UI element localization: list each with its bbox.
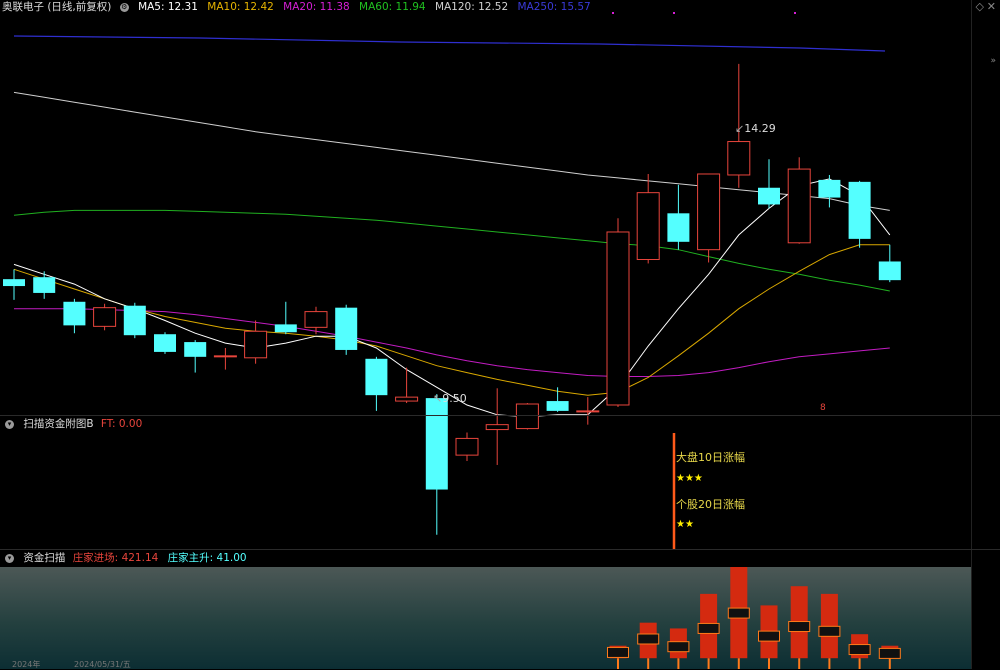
- ma250-line: [13, 35, 886, 52]
- fund-bar-marker: [878, 647, 901, 659]
- candle-up: [727, 141, 751, 176]
- candle-down: [546, 401, 569, 411]
- candle-up: [636, 192, 660, 261]
- ma120-label: MA120: 12.52: [434, 1, 509, 13]
- panel-settings-icon-2[interactable]: ▾: [5, 553, 14, 563]
- ma20-label: MA20: 11.38: [283, 1, 350, 13]
- candle-down: [3, 279, 25, 287]
- ma-marker: [794, 12, 796, 14]
- candle-up: [213, 355, 237, 358]
- fund-scan-legend: ▾ 资金扫描 庄家进场: 421.14 庄家主升: 41.00: [2, 551, 253, 565]
- date-label-year: 2024年: [12, 660, 41, 669]
- fund-bar-marker: [667, 641, 690, 653]
- market-rating-stars: ★★★: [676, 473, 703, 484]
- fund-scan-b-value: FT: 0.00: [100, 418, 143, 430]
- fund-bar-marker: [788, 621, 811, 633]
- high-price-label: ↙14.29: [735, 122, 776, 135]
- candle-up: [395, 396, 419, 402]
- settings-dot-icon[interactable]: ⚙: [119, 2, 129, 12]
- fund-scan-panel[interactable]: ▾ 资金扫描 庄家进场: 421.14 庄家主升: 41.00 2024年 20…: [0, 549, 1000, 669]
- ma5-label: MA5: 12.31: [138, 1, 198, 13]
- fund-bar-marker: [697, 622, 720, 634]
- candle-up: [244, 330, 268, 359]
- candle-down: [33, 277, 56, 293]
- fund-scan-panel-b[interactable]: ▾ 扫描资金附图B FT: 0.00 大盘10日涨幅 ★★★ 个股20日涨幅 ★…: [0, 415, 1000, 550]
- date-label-day: 2024/05/31/五: [74, 660, 131, 669]
- candle-up: [606, 231, 630, 406]
- signal-bar: [672, 433, 676, 549]
- candle-down: [184, 342, 207, 357]
- fund-scan-b-legend: ▾ 扫描资金附图B FT: 0.00: [2, 417, 148, 431]
- candle-down: [365, 358, 388, 396]
- candle-down: [335, 307, 358, 350]
- fund-bar-marker: [818, 625, 841, 637]
- price-legend: 奥联电子 (日线,前复权) ⚙ MA5: 12.31 MA10: 12.42 M…: [2, 0, 597, 14]
- candle-up: [576, 410, 600, 413]
- ma60-line: [13, 209, 890, 292]
- fund-bar-marker: [607, 646, 629, 658]
- candle-up: [304, 311, 328, 328]
- ma10-label: MA10: 12.42: [207, 1, 274, 13]
- stock-rating-stars: ★★: [676, 519, 694, 530]
- bottom-marker-label: 8: [820, 403, 826, 413]
- ma5-line: [13, 178, 891, 418]
- fund-bar-marker: [727, 607, 750, 619]
- price-chart-panel[interactable]: 奥联电子 (日线,前复权) ⚙ MA5: 12.31 MA10: 12.42 M…: [0, 0, 1000, 535]
- candle-down: [274, 324, 297, 333]
- candle-up: [697, 173, 721, 251]
- candle-down: [758, 187, 780, 205]
- dealer-rise-value: 庄家主升: 41.00: [167, 552, 247, 564]
- dealer-entry-value: 庄家进场: 421.14: [72, 552, 159, 564]
- candle-down: [878, 261, 901, 281]
- candle-down: [123, 305, 146, 336]
- fund-scan-title: 资金扫描: [23, 552, 66, 564]
- fund-bar-marker: [758, 630, 780, 642]
- candlestick-chart: [3, 12, 901, 535]
- ma60-label: MA60: 11.94: [359, 1, 426, 13]
- candle-down: [63, 301, 86, 326]
- stock-name: 奥联电子 (日线,前复权): [2, 1, 112, 13]
- stock-20day-label: 个股20日涨幅: [676, 498, 745, 511]
- candle-down: [818, 179, 841, 198]
- candle-down: [848, 181, 871, 239]
- ma-marker: [612, 12, 614, 14]
- fund-bars-chart: [607, 567, 901, 669]
- ma-marker: [673, 12, 675, 14]
- fund-bar-marker: [637, 633, 660, 645]
- candle-up: [787, 168, 811, 244]
- panel-settings-icon[interactable]: ▾: [5, 419, 14, 429]
- fund-bar-marker: [848, 644, 871, 656]
- candle-down: [667, 213, 690, 242]
- fund-scan-b-title: 扫描资金附图B: [23, 418, 94, 430]
- candle-up: [93, 307, 117, 327]
- candle-down: [154, 334, 176, 352]
- low-price-label: ↖9.50: [433, 392, 467, 405]
- market-10day-label: 大盘10日涨幅: [676, 451, 745, 464]
- ma250-label: MA250: 15.57: [517, 1, 591, 13]
